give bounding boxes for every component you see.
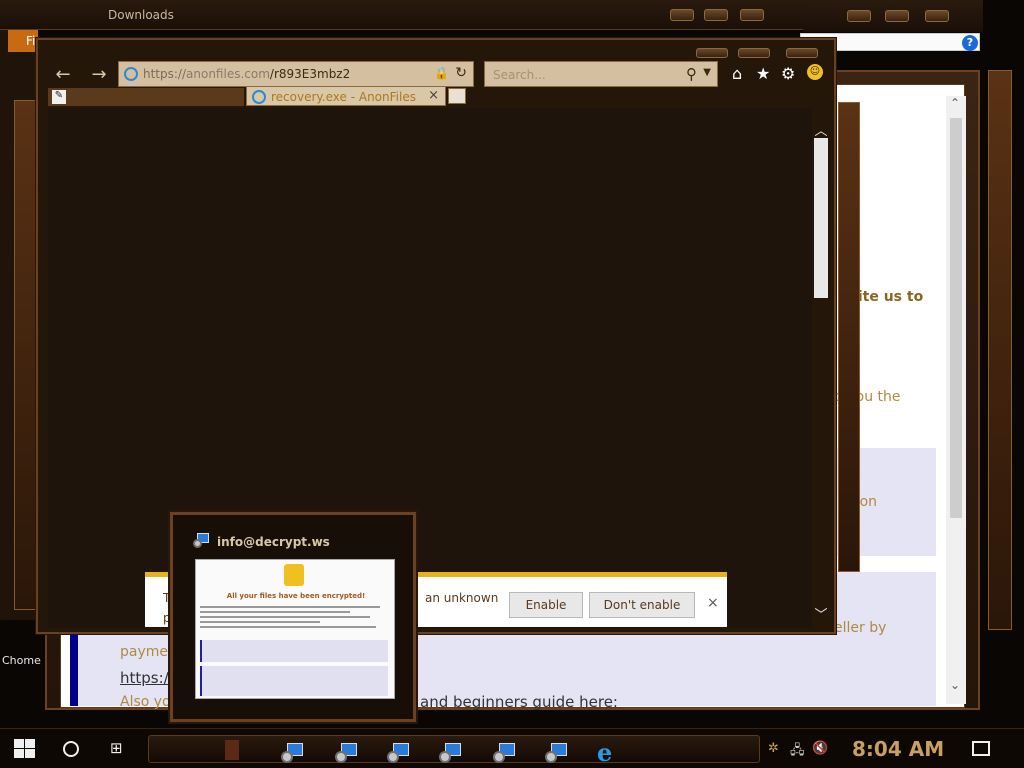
smiley-icon[interactable]: ☺ <box>807 64 823 80</box>
star-icon[interactable]: ★ <box>756 64 770 83</box>
tab-title: recovery.exe - AnonFiles <box>271 90 416 104</box>
action-center-icon[interactable] <box>972 741 990 756</box>
minimize-button[interactable] <box>696 48 728 58</box>
scroll-down-icon[interactable]: ⌄ <box>950 678 960 692</box>
tab-recovery[interactable]: recovery.exe - AnonFiles × <box>246 86 446 106</box>
volume-muted-icon[interactable]: 🔇 <box>812 741 828 756</box>
forward-arrow-icon[interactable]: → <box>86 64 112 88</box>
windows-start-icon[interactable] <box>14 739 36 759</box>
padlock-icon <box>284 564 304 586</box>
bg-text-also: Also yo <box>120 694 171 710</box>
bg-text-guide: and beginners guide here: <box>420 693 618 711</box>
app-icon[interactable] <box>335 741 361 767</box>
scroll-up-icon[interactable]: ︿ <box>812 120 830 139</box>
file-tab[interactable]: Fi <box>8 30 38 52</box>
internet-explorer-icon[interactable]: e <box>597 741 621 765</box>
explorer-title: Downloads <box>108 8 174 22</box>
scroll-up-icon[interactable]: ⌃ <box>950 96 960 110</box>
taskbar-thumbnail-preview[interactable]: info@decrypt.ws All your files have been… <box>170 512 416 722</box>
app-icon[interactable] <box>493 741 519 767</box>
app-icon[interactable] <box>545 741 571 767</box>
scroll-thumb[interactable] <box>950 118 962 518</box>
right-steampunk-frame <box>988 70 1012 630</box>
thumbnail-page: All your files have been encrypted! <box>195 559 395 699</box>
url-host: anonfiles.com <box>186 67 270 81</box>
taskbar-apps: e <box>148 735 760 765</box>
network-icon[interactable]: 🖧 <box>790 741 805 763</box>
bg-quote-bar <box>70 630 78 706</box>
tab-inactive[interactable]: ✎ <box>48 88 244 106</box>
clock[interactable]: 8:04 AM <box>852 737 944 761</box>
thumbnail-heading: All your files have been encrypted! <box>226 592 366 600</box>
lock-icon[interactable]: 🔒 <box>434 66 449 80</box>
minimize-button[interactable] <box>670 9 694 21</box>
vertical-scrollbar[interactable]: ︿ ﹀ <box>812 120 830 623</box>
close-button[interactable] <box>786 48 818 58</box>
app-icon[interactable] <box>225 740 239 760</box>
ie-icon <box>124 67 138 81</box>
bg-link-https[interactable]: https:/ <box>120 669 169 687</box>
gear-icon[interactable]: ⚙ <box>781 64 795 83</box>
taskbar: ⊞ e ✲ 🖧 🔇 8:04 AM <box>0 728 1024 768</box>
tab-close-icon[interactable]: × <box>428 88 439 103</box>
gear-icon[interactable]: ✲ <box>768 741 779 756</box>
new-tab-button[interactable] <box>448 88 466 104</box>
page-icon: ✎ <box>52 90 66 104</box>
address-bar[interactable]: https://anonfiles.com/r893E3mbz2 🔒 ↻ <box>118 61 474 87</box>
search-input[interactable]: Search... ⚲ ▼ <box>484 61 718 87</box>
close-icon[interactable]: × <box>707 595 719 611</box>
url-scheme: https:// <box>143 67 187 81</box>
maximize-button[interactable] <box>704 9 728 21</box>
app-icon[interactable] <box>439 741 465 767</box>
bg-minimize-button[interactable] <box>847 10 871 22</box>
app-icon[interactable] <box>281 741 307 767</box>
app-icon[interactable] <box>387 741 413 767</box>
bg-text-payme: payme <box>120 644 169 660</box>
page-content <box>48 108 812 628</box>
dont-enable-button[interactable]: Don't enable <box>589 592 695 618</box>
close-button[interactable] <box>740 9 764 21</box>
enable-button[interactable]: Enable <box>509 592 583 618</box>
bg-maximize-button[interactable] <box>885 10 909 22</box>
ie-icon <box>252 90 266 104</box>
browser-window: ← → https://anonfiles.com/r893E3mbz2 🔒 ↻… <box>36 38 836 634</box>
background-window-titlebar <box>803 0 983 32</box>
home-icon[interactable]: ⌂ <box>732 64 742 83</box>
background-scrollbar[interactable] <box>946 96 966 704</box>
scroll-thumb[interactable] <box>814 138 828 298</box>
explorer-titlebar: Downloads <box>0 0 805 30</box>
right-inner-frame <box>838 102 860 572</box>
bg-text-seller: eller by <box>834 620 887 636</box>
thumbnail-title: info@decrypt.ws <box>217 535 330 549</box>
app-icon <box>193 533 211 549</box>
refresh-icon[interactable]: ↻ <box>455 65 467 81</box>
notification-message: an unknown <box>425 591 499 605</box>
chevron-down-icon[interactable]: ▼ <box>703 67 711 78</box>
task-view-icon[interactable]: ⊞ <box>110 739 130 757</box>
help-icon[interactable]: ? <box>962 35 978 51</box>
bg-close-button[interactable] <box>925 10 949 22</box>
search-icon[interactable]: ⚲ <box>686 65 697 83</box>
scroll-down-icon[interactable]: ﹀ <box>812 604 830 623</box>
desktop-icon-label[interactable]: Chome <box>2 654 41 667</box>
maximize-button[interactable] <box>738 48 770 58</box>
cortana-icon[interactable] <box>63 741 79 757</box>
left-steampunk-frame <box>14 100 38 610</box>
search-placeholder: Search... <box>493 68 546 82</box>
back-arrow-icon[interactable]: ← <box>50 64 76 88</box>
url-path: /r893E3mbz2 <box>269 67 351 81</box>
